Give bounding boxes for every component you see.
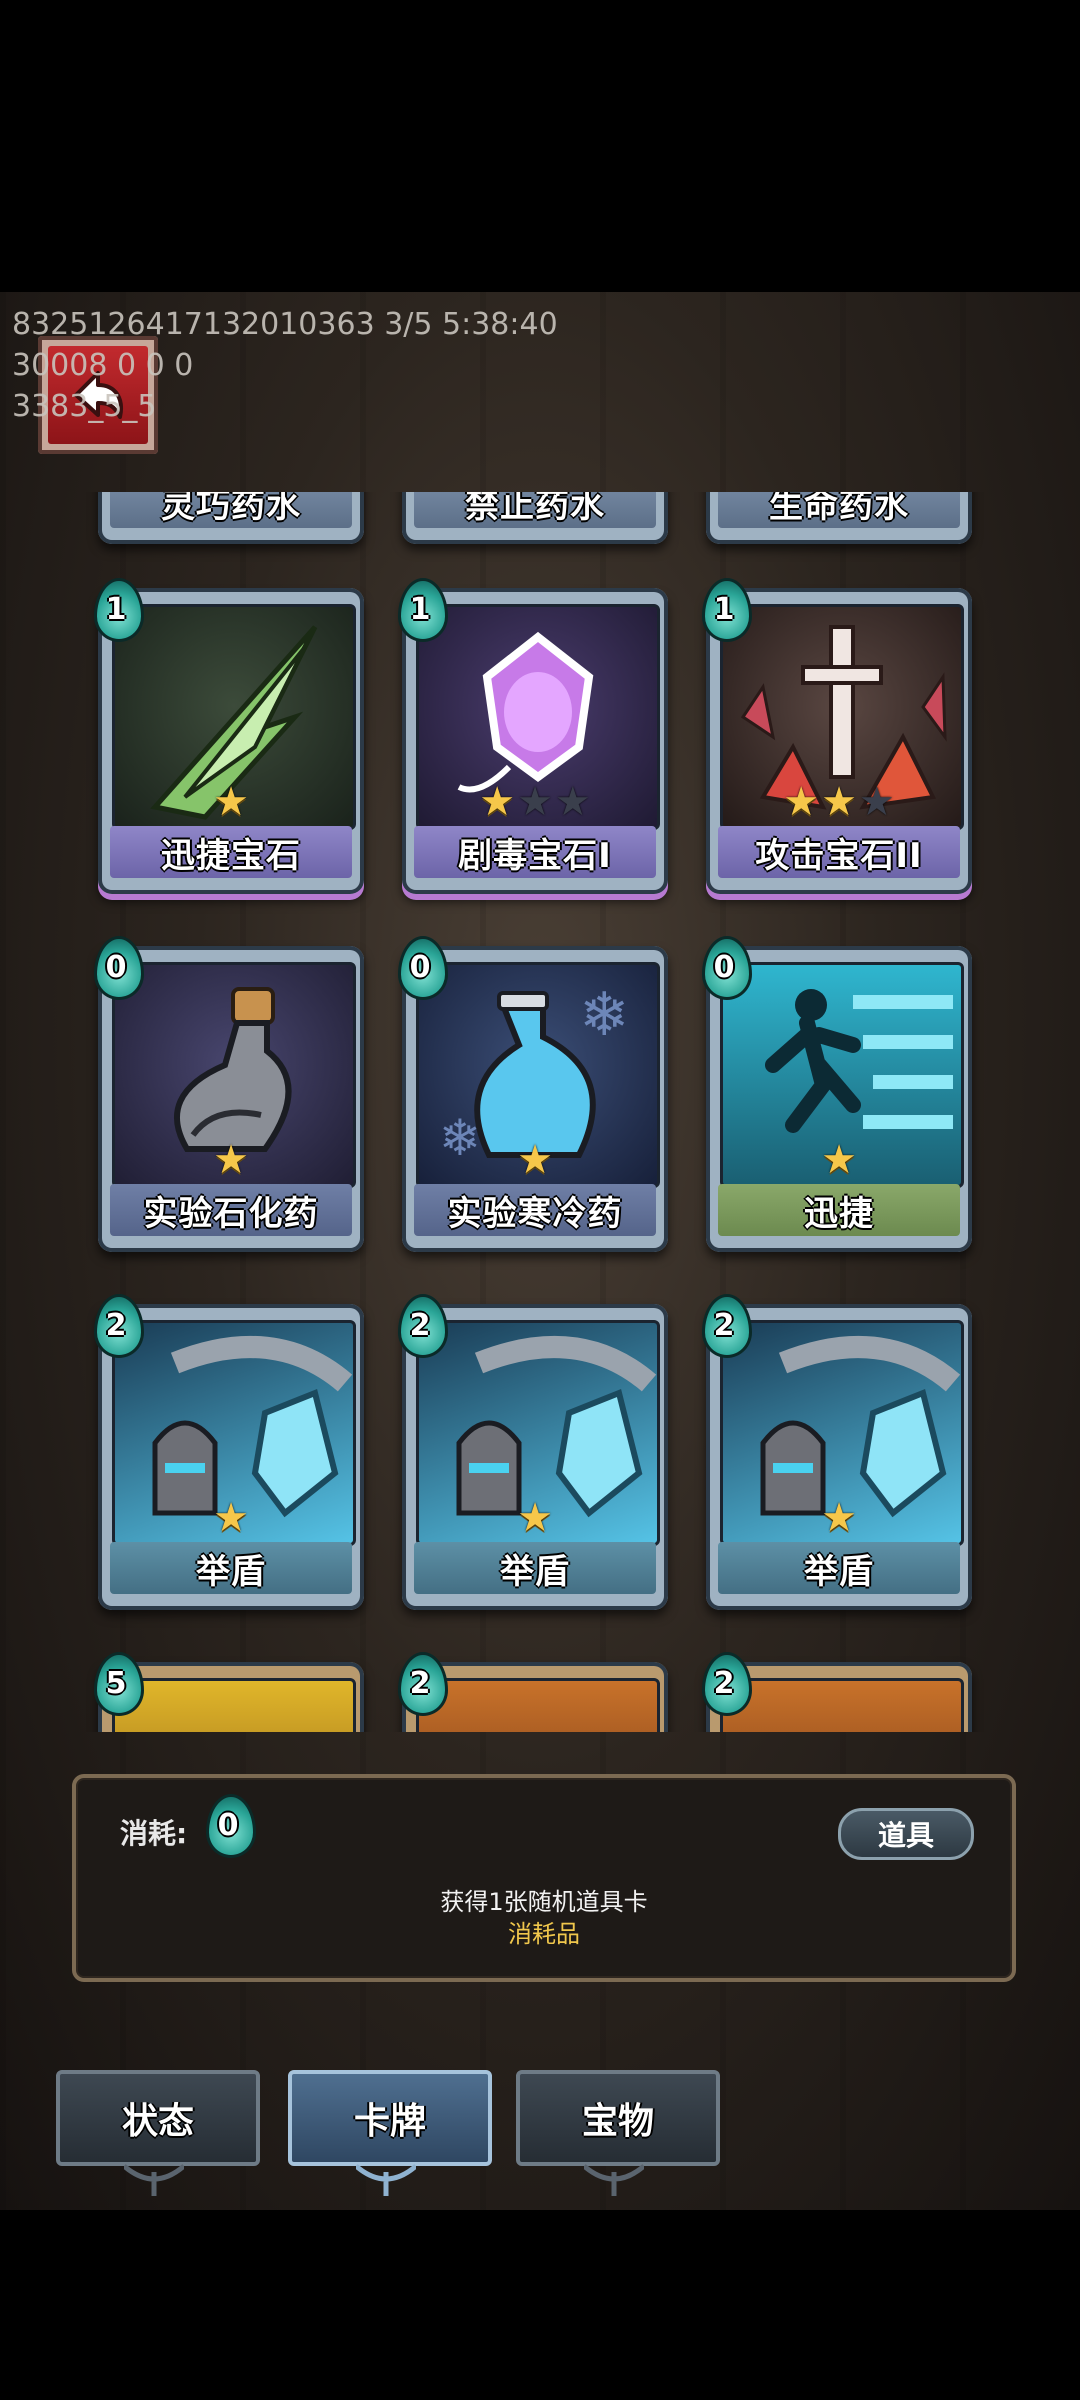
card-type-tag: 道具: [838, 1808, 974, 1860]
card-label: 迅捷: [718, 1184, 960, 1236]
card-bottom-3[interactable]: 2: [702, 1652, 972, 1732]
tab-ornament-icon: [584, 2164, 644, 2196]
card-petrify-potion[interactable]: ★ 实验石化药 0: [94, 936, 364, 1258]
star-rating: ★: [821, 1137, 857, 1183]
card-label: 举盾: [718, 1542, 960, 1594]
card-top-1[interactable]: 灵巧药水: [98, 492, 364, 550]
cost-badge: 1: [394, 578, 448, 642]
star-rating: ★: [213, 1495, 249, 1541]
tab-ornament-icon: [356, 2164, 416, 2196]
card-raise-shield[interactable]: ★ 举盾 2: [702, 1294, 972, 1616]
tab-cards[interactable]: 卡牌: [288, 2070, 492, 2166]
cost-badge: 2: [698, 1294, 752, 1358]
card-raise-shield[interactable]: ★ 举盾 2: [398, 1294, 668, 1616]
cost-badge: 0: [394, 936, 448, 1000]
card-art: [112, 1678, 356, 1732]
cost-badge: 5: [90, 1652, 144, 1716]
card-poison-gem[interactable]: ★ ★ ★ 剧毒宝石I 1: [398, 578, 668, 900]
cost-badge: 1: [90, 578, 144, 642]
tab-status[interactable]: 状态: [56, 2070, 260, 2166]
debug-line-1: 8325126417132010363 3/5 5:38:40: [12, 307, 558, 342]
card-info-panel: 消耗: 0 道具 获得1张随机道具卡 消耗品: [72, 1774, 1016, 1982]
cost-badge: 0: [202, 1794, 256, 1858]
card-label: 生命药水: [718, 492, 960, 528]
card-label: 实验石化药: [110, 1184, 352, 1236]
card-label: 迅捷宝石: [110, 826, 352, 878]
card-label: 攻击宝石II: [718, 826, 960, 878]
star-rating: ★: [821, 1495, 857, 1541]
svg-text:❄: ❄: [579, 980, 629, 1050]
star-rating: ★ ★ ★: [783, 779, 895, 825]
card-frost-potion[interactable]: ❄ ❄ ★ 实验寒冷药 0: [398, 936, 668, 1258]
card-label: 剧毒宝石I: [414, 826, 656, 878]
star-rating: ★ ★ ★: [479, 779, 591, 825]
card-label: 举盾: [110, 1542, 352, 1594]
card-label: 实验寒冷药: [414, 1184, 656, 1236]
card-swift-gem[interactable]: ★ 迅捷宝石 1: [94, 578, 364, 900]
card-description: 获得1张随机道具卡: [440, 1888, 648, 1916]
cost-badge: 2: [698, 1652, 752, 1716]
card-top-3[interactable]: 生命药水: [706, 492, 972, 550]
cost-badge: 0: [698, 936, 752, 1000]
card-art: [720, 1678, 964, 1732]
cost-badge: 1: [698, 578, 752, 642]
card-label: 灵巧药水: [110, 492, 352, 528]
cost-badge: 2: [394, 1294, 448, 1358]
card-swift[interactable]: ★ 迅捷 0: [702, 936, 972, 1258]
cost-label: 消耗:: [120, 1817, 188, 1850]
cost-badge: 2: [90, 1294, 144, 1358]
cost-badge: 0: [90, 936, 144, 1000]
card-bottom-1[interactable]: 5: [94, 1652, 364, 1732]
card-grid[interactable]: 灵巧药水 禁止药水 生命药水 ★ 迅捷宝石 1 ★ ★ ★ 剧毒宝石I 1 ★ …: [0, 492, 1080, 1732]
star-rating: ★: [517, 1495, 553, 1541]
star-rating: ★: [517, 1137, 553, 1183]
debug-overlay: 8325126417132010363 3/5 5:38:40 30008 0 …: [12, 304, 558, 427]
card-art: [416, 1678, 660, 1732]
card-bottom-2[interactable]: 2: [398, 1652, 668, 1732]
card-label: 禁止药水: [414, 492, 656, 528]
debug-line-2: 30008 0 0 0: [12, 348, 194, 383]
debug-line-3: 3383_5_5: [12, 389, 157, 424]
card-raise-shield[interactable]: ★ 举盾 2: [94, 1294, 364, 1616]
card-type-text: 消耗品: [508, 1920, 580, 1948]
cost-badge: 2: [394, 1652, 448, 1716]
card-top-2[interactable]: 禁止药水: [402, 492, 668, 550]
card-attack-gem[interactable]: ★ ★ ★ 攻击宝石II 1: [702, 578, 972, 900]
star-rating: ★: [213, 1137, 249, 1183]
card-label: 举盾: [414, 1542, 656, 1594]
bottom-tab-bar: 状态 卡牌 宝物: [0, 2062, 1080, 2210]
tab-ornament-icon: [124, 2164, 184, 2196]
tab-treasures[interactable]: 宝物: [516, 2070, 720, 2166]
star-rating: ★: [213, 779, 249, 825]
